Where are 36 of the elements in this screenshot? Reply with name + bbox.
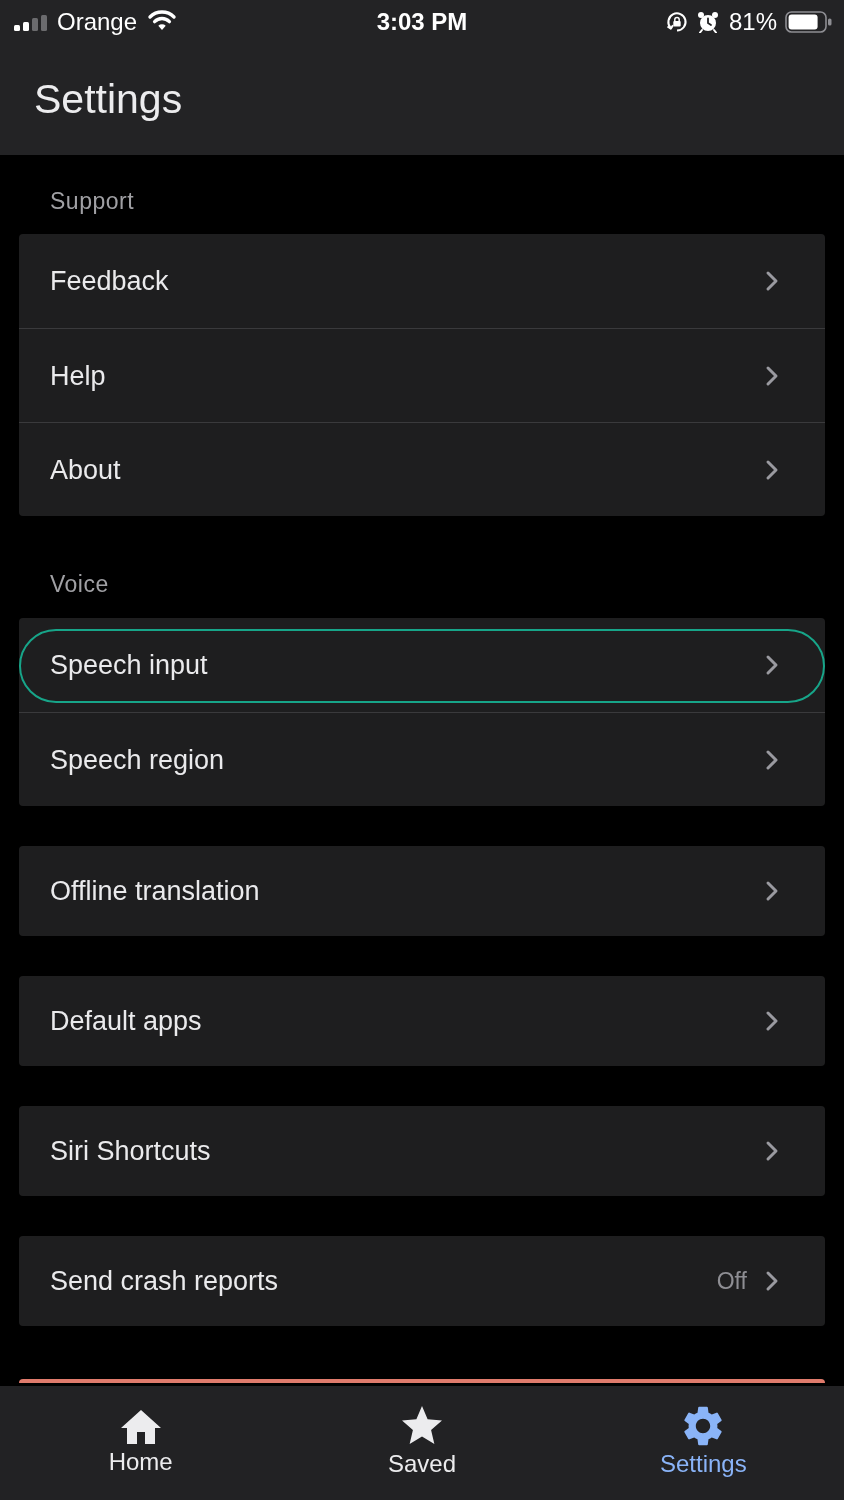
chevron-right-icon bbox=[765, 748, 779, 771]
section-label: Voice bbox=[49, 571, 110, 597]
chevron-right-icon bbox=[765, 458, 779, 481]
settings-icon bbox=[684, 1406, 723, 1446]
battery-icon bbox=[785, 11, 832, 33]
clock-time: 3:03 PM bbox=[376, 8, 468, 36]
chevron-right-icon bbox=[765, 1140, 779, 1162]
carrier-name: Orange bbox=[57, 8, 138, 36]
signal-icon bbox=[14, 15, 48, 31]
tab-item[interactable]: Saved bbox=[281, 1386, 563, 1500]
value-text: Off bbox=[716, 1267, 747, 1295]
chevron-right-icon bbox=[765, 1010, 779, 1032]
chevron-right-icon bbox=[765, 1270, 779, 1292]
settings-row[interactable]: Speech region bbox=[19, 712, 825, 806]
settings-row[interactable]: Siri Shortcuts bbox=[19, 1106, 825, 1196]
home-icon bbox=[120, 1410, 161, 1444]
settings-row[interactable]: Offline translation bbox=[19, 846, 825, 936]
chevron-right-icon bbox=[765, 270, 779, 292]
wifi-icon bbox=[147, 9, 178, 31]
tab-item[interactable]: Settings bbox=[562, 1386, 844, 1500]
page-title: Settings bbox=[34, 74, 183, 123]
settings-row[interactable]: Default apps bbox=[19, 976, 825, 1066]
battery-percentage: 81% bbox=[728, 8, 777, 36]
rotation-lock-icon bbox=[665, 11, 688, 33]
tab-item[interactable]: Home bbox=[0, 1386, 282, 1500]
star-icon bbox=[402, 1406, 442, 1444]
alarm-clock-icon bbox=[696, 11, 719, 33]
section-label: Support bbox=[49, 188, 136, 214]
settings-row[interactable]: Feedback bbox=[19, 234, 825, 328]
settings-row[interactable]: Send crash reports Off bbox=[19, 1236, 825, 1326]
settings-row[interactable]: About bbox=[19, 422, 825, 516]
settings-row[interactable]: Help bbox=[19, 328, 825, 422]
chevron-right-icon bbox=[765, 364, 779, 387]
settings-row[interactable]: Speech input bbox=[19, 618, 825, 712]
chevron-right-icon bbox=[765, 654, 779, 676]
chevron-right-icon bbox=[765, 880, 779, 902]
